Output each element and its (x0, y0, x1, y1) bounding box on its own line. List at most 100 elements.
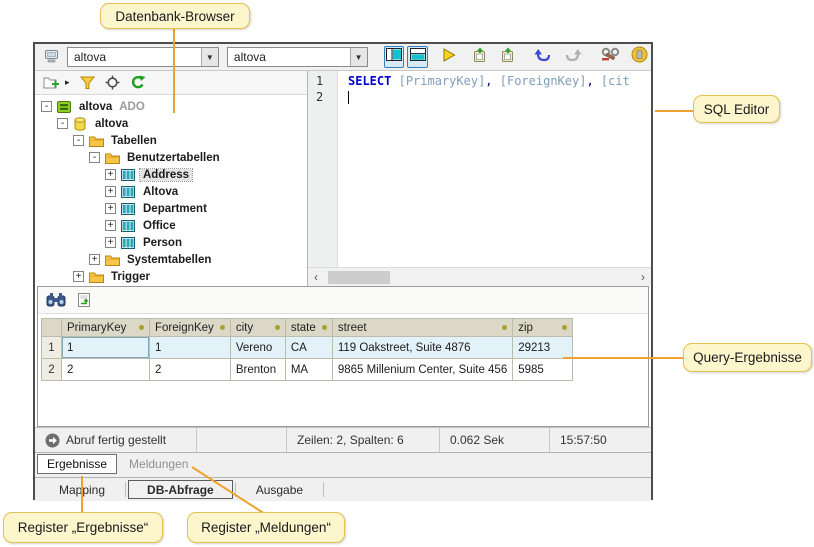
table-cell[interactable]: Vereno (230, 337, 285, 359)
table-cell[interactable]: 2 (150, 359, 231, 381)
scroll-right-icon[interactable]: › (635, 270, 651, 284)
table-cell[interactable]: 1 (150, 337, 231, 359)
connection-combo-value[interactable]: altova (68, 50, 201, 64)
tree-item-label[interactable]: Person (140, 237, 185, 249)
table-cell[interactable]: 5985 (513, 359, 573, 381)
table-cell[interactable]: 119 Oakstreet, Suite 4876 (332, 337, 512, 359)
table-cell[interactable]: CA (285, 337, 332, 359)
import-sql-button[interactable] (468, 46, 490, 68)
add-datasource-menu-arrow[interactable]: ▸ (65, 77, 70, 88)
tab-ergebnisse[interactable]: Ergebnisse (37, 454, 117, 474)
column-header-state[interactable]: state (285, 319, 332, 337)
callout-register-ergebnisse: Register „Ergebnisse“ (3, 512, 163, 543)
tree-item-label[interactable]: Altova (140, 186, 181, 198)
tree-item-department[interactable]: + Department (35, 200, 307, 217)
collapse-icon[interactable]: - (41, 101, 52, 112)
collapse-icon[interactable]: - (73, 135, 84, 146)
table-cell[interactable]: 1 (62, 337, 150, 359)
run-query-button[interactable] (438, 46, 460, 68)
tree-item-trigger[interactable]: + Trigger (35, 268, 307, 285)
column-header-street[interactable]: street (332, 319, 512, 337)
tab-db-abfrage[interactable]: DB-Abfrage (128, 480, 233, 499)
tree-item-label[interactable]: Address (140, 169, 192, 181)
tree-item-systemtabellen[interactable]: + Systemtabellen (35, 251, 307, 268)
row-number-cell[interactable]: 1 (42, 337, 62, 359)
tree-item-label[interactable]: Tabellen (108, 135, 160, 147)
redo-icon (564, 48, 582, 67)
editor-hscrollbar[interactable]: ‹ › (308, 267, 651, 286)
sql-editor[interactable]: 12 SELECT [PrimaryKey], [ForeignKey], [c… (308, 71, 651, 267)
tree-item-label[interactable]: Department (140, 203, 210, 215)
tab-ausgabe[interactable]: Ausgabe (238, 480, 321, 499)
sql-token-identifier: [PrimaryKey] (399, 74, 486, 88)
stop-retrieval-button[interactable] (629, 46, 651, 68)
append-sql-button[interactable] (497, 46, 519, 68)
tree-item-altova[interactable]: -altovaADO (35, 98, 307, 115)
chevron-down-icon[interactable]: ▼ (201, 48, 218, 66)
status-time: 15:57:50 (550, 428, 651, 452)
tree-item-label[interactable]: Office (140, 220, 179, 232)
table-cell[interactable]: 9865 Millenium Center, Suite 456 (332, 359, 512, 381)
tree-item-label[interactable]: Systemtabellen (124, 254, 214, 266)
tree-item-tabellen[interactable]: - Tabellen (35, 132, 307, 149)
add-datasource-button[interactable] (43, 72, 61, 94)
expand-icon[interactable]: + (105, 237, 116, 248)
find-button[interactable] (46, 289, 66, 311)
sql-line[interactable]: SELECT [PrimaryKey], [ForeignKey], [cit (348, 74, 651, 90)
collapse-icon[interactable]: - (57, 118, 68, 129)
table-cell[interactable]: 29213 (513, 337, 573, 359)
tree-item-label[interactable]: Benutzertabellen (124, 152, 223, 164)
tree-item-label[interactable]: altova (92, 118, 131, 130)
tree-item-office[interactable]: + Office (35, 217, 307, 234)
collapse-icon[interactable]: - (89, 152, 100, 163)
tree-item-address[interactable]: + Address (35, 166, 307, 183)
expand-icon[interactable]: + (89, 254, 100, 265)
row-number-cell[interactable]: 2 (42, 359, 62, 381)
locate-button[interactable] (105, 72, 120, 94)
goto-statement-button[interactable] (76, 289, 93, 311)
layout-vertical-split-button[interactable] (384, 46, 405, 68)
column-header-foreignkey[interactable]: ForeignKey (150, 319, 231, 337)
folder-icon (88, 135, 104, 147)
tree-item-altova[interactable]: + Altova (35, 183, 307, 200)
tree-item-altova[interactable]: - altova (35, 115, 307, 132)
connection-combo[interactable]: altova ▼ (67, 47, 219, 67)
result-tab-strip: Ergebnisse Meldungen (35, 452, 651, 477)
layout-horizontal-split-button[interactable] (407, 46, 428, 68)
chevron-down-icon[interactable]: ▼ (350, 48, 367, 66)
table-cell[interactable]: MA (285, 359, 332, 381)
column-header-city[interactable]: city (230, 319, 285, 337)
filter-button[interactable] (80, 72, 95, 94)
table-icon (120, 169, 136, 181)
table-cell[interactable]: 2 (62, 359, 150, 381)
database-combo-value[interactable]: altova (228, 50, 350, 64)
database-combo[interactable]: altova ▼ (227, 47, 368, 67)
undo-button[interactable] (531, 46, 553, 68)
expand-icon[interactable]: + (105, 169, 116, 180)
sql-token-identifier: [ForeignKey] (500, 74, 587, 88)
expand-icon[interactable]: + (105, 220, 116, 231)
query-settings-button[interactable] (596, 46, 624, 68)
column-header-zip[interactable]: zip (513, 319, 573, 337)
run-query-icon (442, 48, 456, 67)
database-browser-pane: ▸ -altovaADO-altova-Tabellen-Benutzertab… (35, 71, 308, 286)
expand-icon[interactable]: + (105, 186, 116, 197)
tree-item-label[interactable]: altova (76, 101, 115, 113)
column-header-primarykey[interactable]: PrimaryKey (62, 319, 150, 337)
tree-item-person[interactable]: + Person (35, 234, 307, 251)
status-blank-segment (197, 428, 287, 452)
scrollbar-thumb[interactable] (328, 271, 390, 284)
refresh-button[interactable] (130, 72, 146, 94)
expand-icon[interactable]: + (105, 203, 116, 214)
scroll-left-icon[interactable]: ‹ (308, 270, 324, 284)
sql-code-area[interactable]: SELECT [PrimaryKey], [ForeignKey], [cit (338, 71, 651, 267)
sql-token-punct (391, 74, 398, 88)
sql-line[interactable] (348, 90, 651, 106)
tree-item-label[interactable]: Trigger (108, 271, 153, 283)
table-cell[interactable]: Brenton (230, 359, 285, 381)
tab-meldungen[interactable]: Meldungen (117, 453, 200, 475)
tab-mapping[interactable]: Mapping (41, 480, 123, 499)
redo-button[interactable] (562, 46, 584, 68)
tree-item-benutzertabellen[interactable]: - Benutzertabellen (35, 149, 307, 166)
expand-icon[interactable]: + (73, 271, 84, 282)
